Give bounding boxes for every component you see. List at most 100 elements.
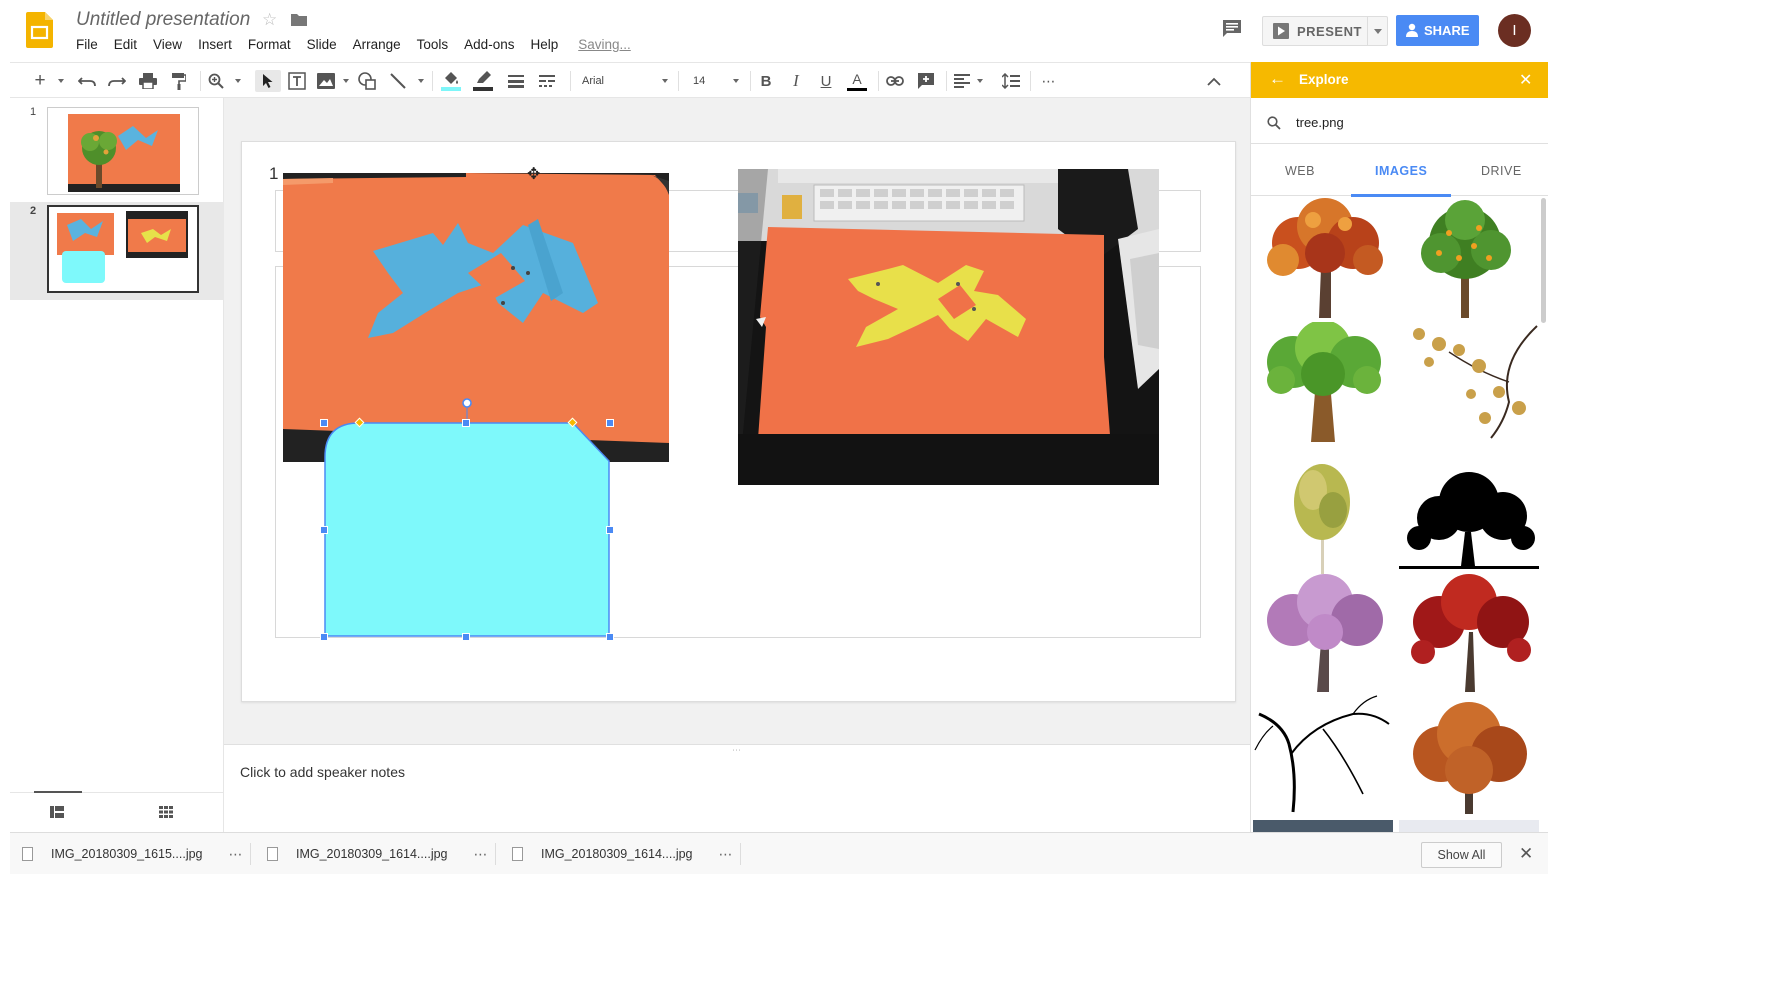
filmstrip-view-icon[interactable] <box>50 806 64 818</box>
border-color-icon[interactable] <box>472 70 494 92</box>
account-avatar[interactable]: I <box>1498 14 1531 47</box>
resize-handle-bottom-right[interactable] <box>606 633 614 641</box>
tab-images[interactable]: IMAGES <box>1375 164 1427 178</box>
font-family-select[interactable]: Arial <box>582 70 668 92</box>
notes-resize-grip-icon[interactable]: ⋯ <box>732 745 742 756</box>
star-icon[interactable]: ☆ <box>262 10 277 30</box>
resize-handle-top-right[interactable] <box>606 419 614 427</box>
grid-view-icon[interactable] <box>159 806 173 818</box>
tree-result-green-cartoon[interactable] <box>1253 322 1393 442</box>
tree-result-orange[interactable] <box>1399 198 1539 318</box>
menu-file[interactable]: File <box>76 37 98 52</box>
saving-status[interactable]: Saving... <box>578 37 631 52</box>
tree-result-orange-autumn[interactable] <box>1399 694 1539 814</box>
tab-drive[interactable]: DRIVE <box>1481 164 1522 178</box>
show-all-button[interactable]: Show All <box>1421 842 1502 868</box>
resize-handle-left[interactable] <box>320 526 328 534</box>
folder-icon[interactable] <box>291 13 307 26</box>
shape-icon[interactable] <box>356 70 378 92</box>
present-button[interactable]: PRESENT <box>1262 16 1388 46</box>
zoom-icon[interactable] <box>205 70 227 92</box>
document-title[interactable]: Untitled presentation <box>76 9 250 31</box>
select-cursor-icon[interactable] <box>255 70 281 92</box>
desk-yellow-cutout-image[interactable] <box>738 169 1159 485</box>
tree-result-bare[interactable] <box>1253 694 1393 814</box>
back-arrow-icon[interactable]: ← <box>1269 69 1286 89</box>
font-caret-icon <box>662 79 668 83</box>
menu-addons[interactable]: Add-ons <box>464 37 514 52</box>
download-item[interactable]: IMG_20180309_1614....jpg ⋯ <box>267 833 489 875</box>
speaker-notes[interactable]: ⋯ Click to add speaker notes <box>224 744 1250 832</box>
font-size-select[interactable]: 14 <box>693 70 739 92</box>
line-spacing-icon[interactable] <box>1000 70 1022 92</box>
close-icon[interactable]: ✕ <box>1519 70 1532 90</box>
resize-handle-top[interactable] <box>462 419 470 427</box>
file-icon <box>22 847 33 861</box>
download-options-icon[interactable]: ⋯ <box>474 846 489 863</box>
paint-format-icon[interactable] <box>168 70 190 92</box>
print-icon[interactable] <box>137 70 159 92</box>
speaker-notes-placeholder[interactable]: Click to add speaker notes <box>240 764 405 780</box>
border-dash-icon[interactable] <box>536 70 558 92</box>
tree-result-silhouette[interactable] <box>1399 454 1539 574</box>
close-icon[interactable]: ✕ <box>1519 844 1533 864</box>
search-input[interactable]: tree.png <box>1296 115 1344 130</box>
explore-scrollbar[interactable] <box>1541 198 1546 323</box>
present-dropdown-icon[interactable] <box>1374 29 1382 34</box>
tree-result-autumn[interactable] <box>1253 198 1393 318</box>
slide-title-text[interactable]: 1 <box>269 164 278 184</box>
tree-result-partial[interactable] <box>1399 820 1539 832</box>
line-caret-icon[interactable] <box>414 70 424 92</box>
resize-handle-bottom-left[interactable] <box>320 633 328 641</box>
selected-cyan-shape[interactable] <box>323 421 611 638</box>
menu-view[interactable]: View <box>153 37 182 52</box>
line-icon[interactable] <box>387 70 409 92</box>
download-item[interactable]: IMG_20180309_1614....jpg ⋯ <box>512 833 734 875</box>
tree-result-branch[interactable] <box>1399 322 1539 442</box>
italic-icon[interactable]: I <box>786 70 806 92</box>
new-slide-icon[interactable]: + <box>32 70 48 92</box>
new-slide-layout-caret-icon[interactable] <box>54 70 64 92</box>
undo-icon[interactable] <box>76 70 98 92</box>
resize-handle-right[interactable] <box>606 526 614 534</box>
share-button[interactable]: SHARE <box>1396 15 1479 46</box>
tree-result-partial[interactable] <box>1253 820 1393 832</box>
text-box-icon[interactable] <box>286 70 308 92</box>
more-options-icon[interactable]: ⋯ <box>1038 70 1060 92</box>
comments-icon[interactable] <box>1222 19 1242 39</box>
tree-result-red[interactable] <box>1399 572 1539 692</box>
slide-thumbnail[interactable] <box>47 107 199 195</box>
zoom-caret-icon[interactable] <box>231 70 241 92</box>
align-caret-icon[interactable] <box>973 70 983 92</box>
tab-web[interactable]: WEB <box>1285 164 1315 178</box>
menu-edit[interactable]: Edit <box>114 37 137 52</box>
tree-result-purple[interactable] <box>1253 572 1393 692</box>
explore-search[interactable]: tree.png <box>1251 98 1548 144</box>
menu-tools[interactable]: Tools <box>417 37 449 52</box>
menu-format[interactable]: Format <box>248 37 291 52</box>
image-caret-icon[interactable] <box>339 70 349 92</box>
insert-link-icon[interactable] <box>884 70 906 92</box>
download-item[interactable]: IMG_20180309_1615....jpg ⋯ <box>22 833 244 875</box>
slide-thumbnail-active[interactable] <box>47 205 199 293</box>
resize-handle-bottom[interactable] <box>462 633 470 641</box>
underline-icon[interactable]: U <box>816 70 836 92</box>
bold-icon[interactable]: B <box>756 70 776 92</box>
menu-help[interactable]: Help <box>530 37 558 52</box>
download-options-icon[interactable]: ⋯ <box>229 846 244 863</box>
menu-arrange[interactable]: Arrange <box>353 37 401 52</box>
slides-logo-icon[interactable] <box>26 12 53 48</box>
align-icon[interactable] <box>951 70 973 92</box>
border-weight-icon[interactable] <box>505 70 527 92</box>
fill-color-icon[interactable] <box>440 70 462 92</box>
resize-handle-top-left[interactable] <box>320 419 328 427</box>
tree-result-birch[interactable] <box>1253 454 1393 574</box>
download-options-icon[interactable]: ⋯ <box>719 846 734 863</box>
menu-insert[interactable]: Insert <box>198 37 232 52</box>
text-color-icon[interactable]: A <box>846 70 868 92</box>
collapse-toolbar-icon[interactable] <box>1203 70 1225 92</box>
menu-slide[interactable]: Slide <box>307 37 337 52</box>
redo-icon[interactable] <box>106 70 128 92</box>
insert-image-icon[interactable] <box>315 70 337 92</box>
add-comment-icon[interactable] <box>915 70 937 92</box>
